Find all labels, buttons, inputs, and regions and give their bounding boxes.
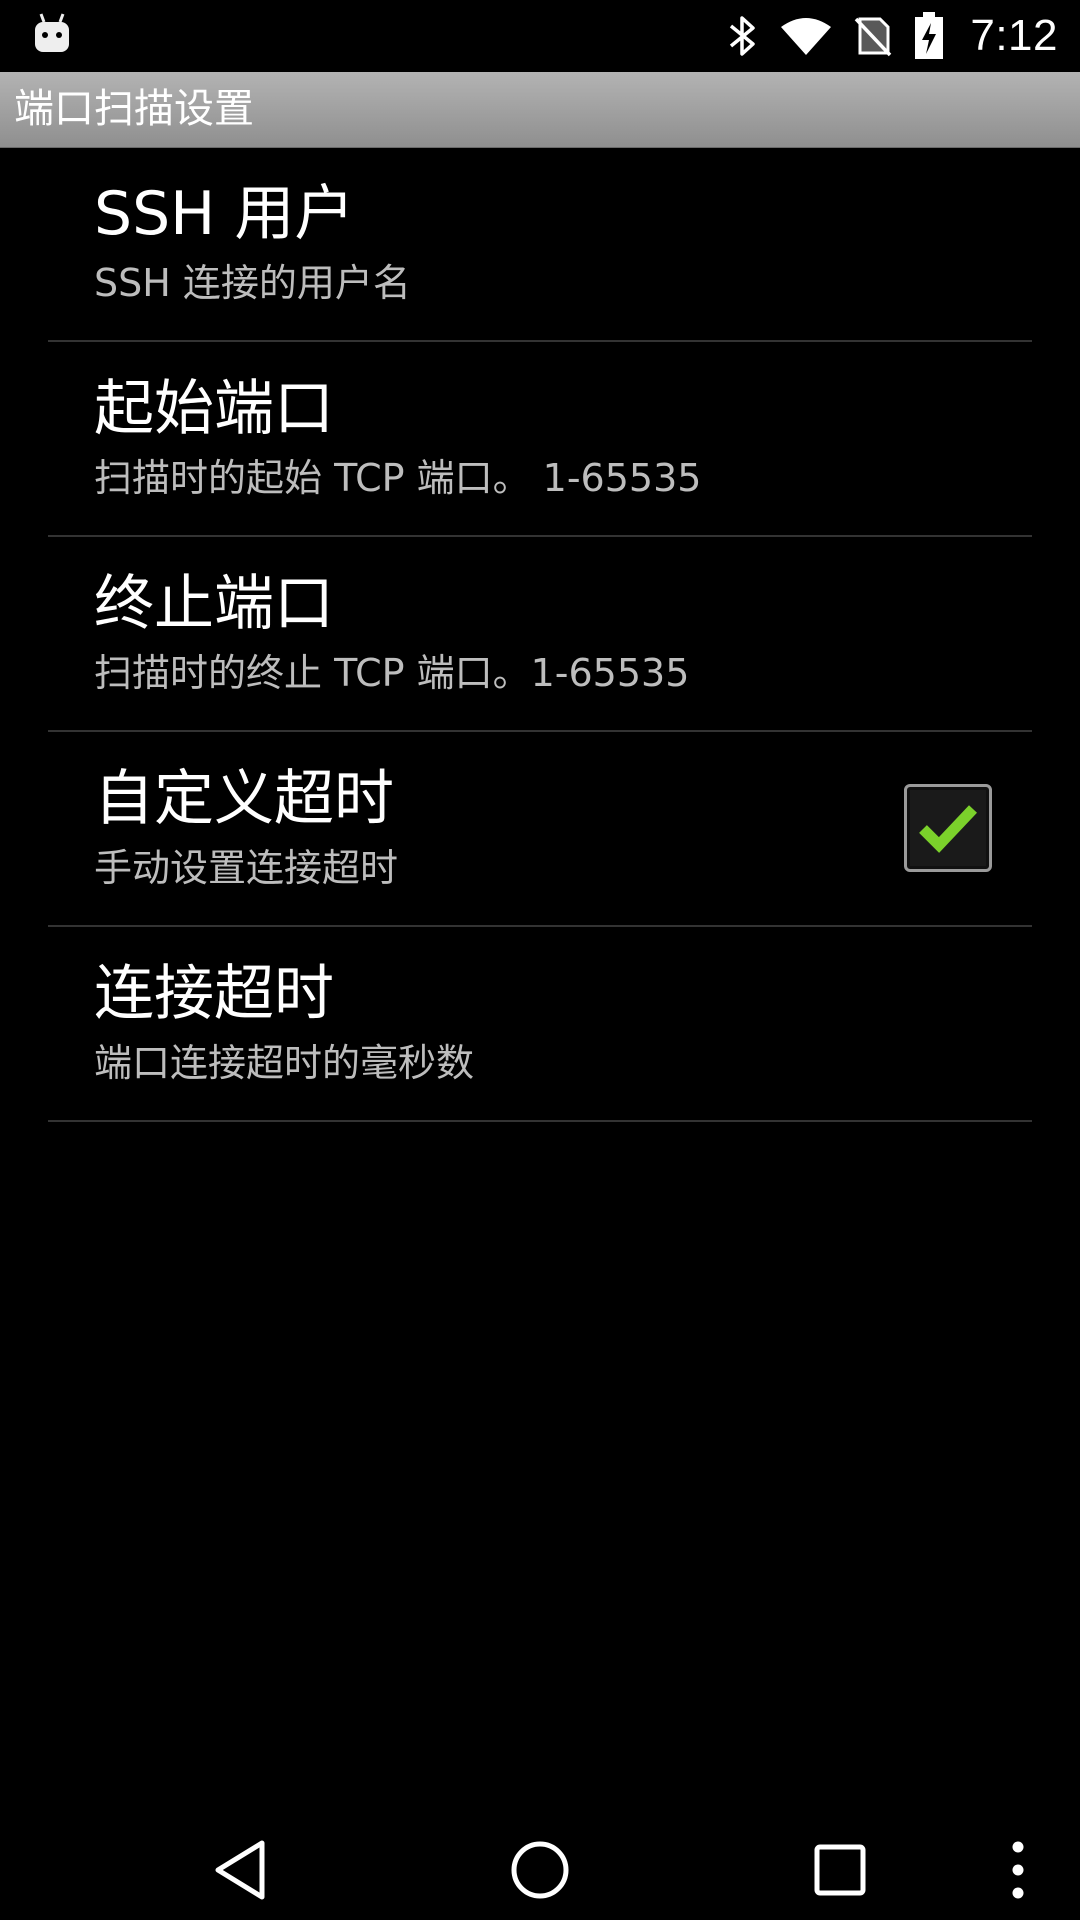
clock: 7:12 — [970, 11, 1058, 60]
pref-summary: 手动设置连接超时 — [94, 846, 399, 890]
bluetooth-icon — [728, 14, 758, 58]
back-icon[interactable] — [200, 1830, 280, 1910]
battery-charging-icon — [914, 12, 944, 60]
status-bar: 7:12 — [0, 0, 1080, 72]
pref-end-port[interactable]: 终止端口 扫描时的终止 TCP 端口。1-65535 — [48, 537, 1032, 732]
page-title: 端口扫描设置 — [14, 86, 254, 132]
pref-custom-timeout[interactable]: 自定义超时 手动设置连接超时 — [48, 732, 1032, 927]
pref-title: 自定义超时 — [94, 764, 394, 834]
overflow-menu-icon[interactable] — [978, 1830, 1058, 1910]
pref-connection-timeout[interactable]: 连接超时 端口连接超时的毫秒数 — [48, 927, 1032, 1122]
pref-title: SSH 用户 — [94, 179, 355, 249]
pref-title: 终止端口 — [94, 569, 334, 639]
pref-ssh-user[interactable]: SSH 用户 SSH 连接的用户名 — [48, 147, 1032, 342]
preference-list: SSH 用户 SSH 连接的用户名 起始端口 扫描时的起始 TCP 端口。 1-… — [0, 147, 1080, 1122]
pref-summary: 扫描时的起始 TCP 端口。 1-65535 — [94, 456, 702, 500]
action-bar: 端口扫描设置 — [0, 72, 1080, 148]
wifi-icon — [780, 15, 832, 57]
custom-timeout-checkbox[interactable] — [904, 784, 992, 872]
pref-title: 起始端口 — [94, 374, 334, 444]
no-sim-icon — [854, 15, 892, 57]
android-notification-icon — [32, 10, 72, 62]
recents-icon[interactable] — [800, 1830, 880, 1910]
home-icon[interactable] — [500, 1830, 580, 1910]
pref-summary: SSH 连接的用户名 — [94, 261, 411, 305]
pref-title: 连接超时 — [94, 959, 334, 1029]
navigation-bar — [0, 1800, 1080, 1920]
checkmark-icon — [919, 805, 977, 853]
pref-start-port[interactable]: 起始端口 扫描时的起始 TCP 端口。 1-65535 — [48, 342, 1032, 537]
pref-summary: 端口连接超时的毫秒数 — [94, 1041, 475, 1085]
pref-summary: 扫描时的终止 TCP 端口。1-65535 — [94, 651, 690, 695]
